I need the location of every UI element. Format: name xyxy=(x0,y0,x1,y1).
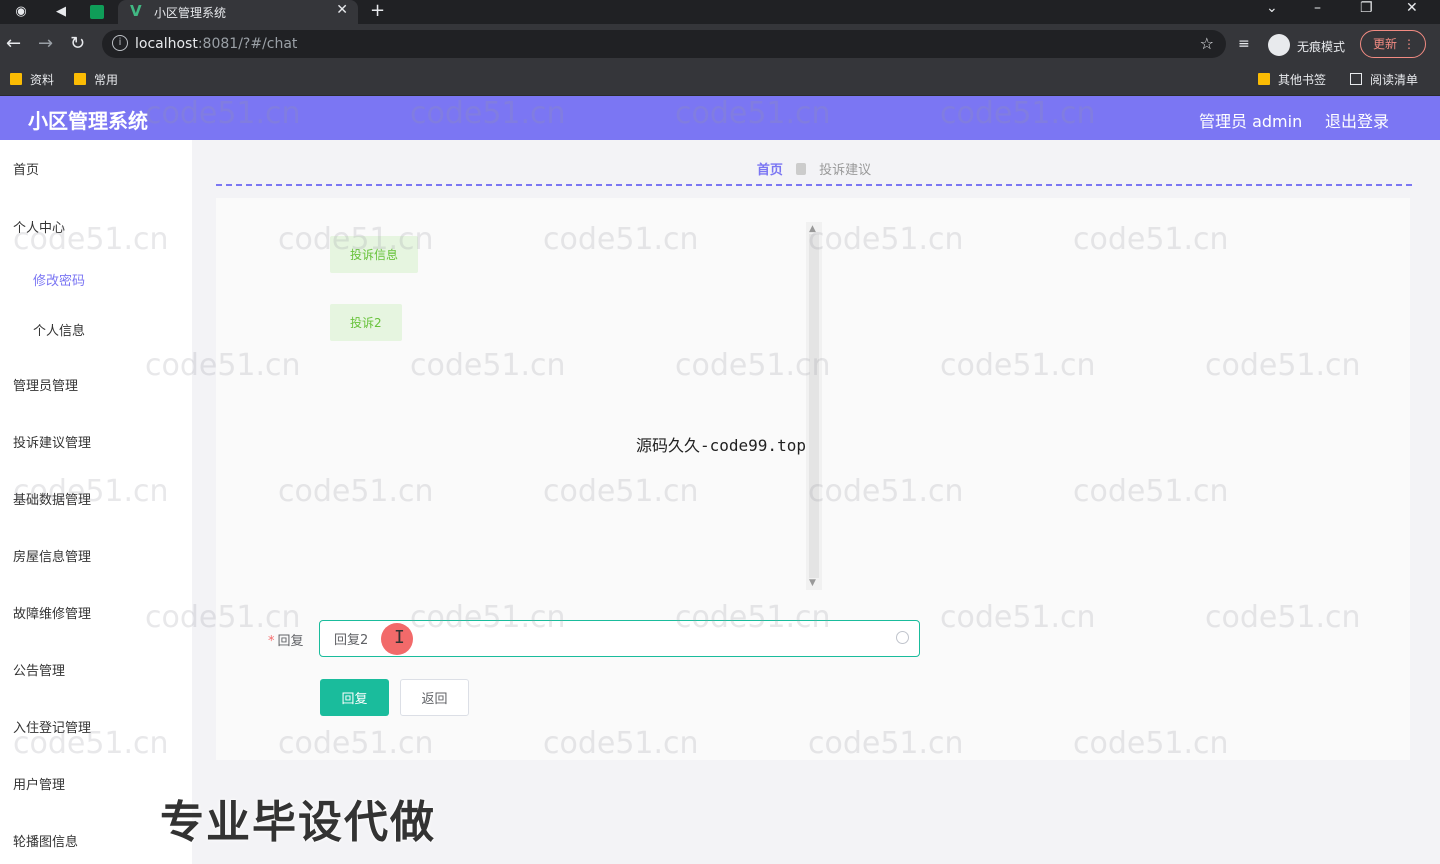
sidebar-item-basic-data[interactable]: 基础数据管理 xyxy=(13,489,91,508)
sidebar-item-repairs[interactable]: 故障维修管理 xyxy=(13,603,91,622)
minimize-icon[interactable]: – xyxy=(1314,0,1321,16)
restore-icon[interactable]: ❐ xyxy=(1360,0,1373,16)
sidebar-item-change-password[interactable]: 修改密码 xyxy=(33,270,85,289)
breadcrumb-separator-icon xyxy=(796,163,806,175)
more-vert-icon: ⋮ xyxy=(1403,37,1415,51)
bookmark-star-icon[interactable]: ☆ xyxy=(1200,34,1214,53)
app-tab-icon[interactable] xyxy=(90,5,104,19)
bookmark-folder[interactable]: 资料 xyxy=(10,71,54,88)
reply-label-text: 回复 xyxy=(277,634,304,649)
reload-icon[interactable]: ↻ xyxy=(70,34,85,54)
sidebar-item-personal-info[interactable]: 个人信息 xyxy=(33,320,85,339)
sidebar-item-home[interactable]: 首页 xyxy=(13,159,39,178)
bookmark-label: 资料 xyxy=(30,73,55,87)
center-watermark-text: 源码久久-code99.top xyxy=(636,436,806,455)
sidebar-item-check-in[interactable]: 入住登记管理 xyxy=(13,717,91,736)
admin-user-label: 管理员 admin xyxy=(1199,112,1303,131)
url-host: localhost xyxy=(135,36,198,52)
chat-scrollbar[interactable]: ▲ ▼ xyxy=(806,222,822,590)
chat-message-list: 投诉信息 投诉2 xyxy=(216,222,822,590)
scroll-down-icon[interactable]: ▼ xyxy=(809,578,816,588)
app-title: 小区管理系统 xyxy=(28,109,148,133)
chat-message: 投诉信息 xyxy=(330,236,419,273)
folder-icon xyxy=(10,73,22,85)
close-tab-icon[interactable]: ✕ xyxy=(336,2,348,18)
chat-message: 投诉2 xyxy=(330,304,402,341)
active-browser-tab[interactable]: V 小区管理系统 ✕ xyxy=(118,0,358,24)
bookmark-label: 阅读清单 xyxy=(1370,73,1419,87)
sidebar-item-carousel[interactable]: 轮播图信息 xyxy=(13,831,78,850)
sidebar-item-users[interactable]: 用户管理 xyxy=(13,774,65,793)
reading-list-icon xyxy=(1350,73,1362,85)
tab-search-icon[interactable]: ≡ xyxy=(1238,36,1250,52)
update-label: 更新 xyxy=(1373,37,1398,51)
promo-overlay-text: 专业毕设代做 xyxy=(160,797,436,848)
breadcrumb-home[interactable]: 首页 xyxy=(757,163,783,178)
bookmark-label: 常用 xyxy=(94,73,119,87)
folder-icon xyxy=(74,73,86,85)
text-cursor-icon: I xyxy=(394,627,405,648)
back-arrow-icon[interactable]: ← xyxy=(6,34,21,54)
url-path: :8081/?#/chat xyxy=(197,36,298,52)
breadcrumb: 首页 投诉建议 xyxy=(216,156,1412,186)
site-info-icon[interactable]: i xyxy=(112,35,128,51)
browser-address-bar: ← → ↻ i localhost:8081/?#/chat ☆ ≡ 无痕模式 … xyxy=(0,24,1440,64)
app-header: 小区管理系统 管理员 admin 退出登录 xyxy=(0,96,1440,140)
logout-button[interactable]: 退出登录 xyxy=(1325,108,1389,132)
close-window-icon[interactable]: ✕ xyxy=(1406,0,1418,16)
scroll-up-icon[interactable]: ▲ xyxy=(809,224,816,234)
breadcrumb-current: 投诉建议 xyxy=(819,163,872,178)
update-button[interactable]: 更新 ⋮ xyxy=(1360,30,1426,58)
incognito-icon[interactable] xyxy=(1268,34,1290,56)
reply-submit-button[interactable]: 回复 xyxy=(320,679,389,716)
scrollbar-thumb[interactable] xyxy=(809,234,819,578)
mute-icon[interactable]: ◀ xyxy=(52,3,70,21)
tab-title: 小区管理系统 xyxy=(154,6,227,20)
sidebar-item-housing[interactable]: 房屋信息管理 xyxy=(13,546,91,565)
bookmarks-bar: 资料 常用 其他书签 阅读清单 xyxy=(0,64,1440,96)
sidebar-menu: 首页 个人中心 修改密码 个人信息 管理员管理 投诉建议管理 基础数据管理 房屋… xyxy=(0,140,192,864)
new-tab-icon[interactable]: + xyxy=(370,0,385,21)
reading-list[interactable]: 阅读清单 xyxy=(1350,71,1418,88)
required-mark: * xyxy=(268,634,275,649)
sidebar-item-admin-management[interactable]: 管理员管理 xyxy=(13,375,78,394)
forward-arrow-icon[interactable]: → xyxy=(38,34,53,54)
other-bookmarks[interactable]: 其他书签 xyxy=(1258,71,1326,88)
bookmark-folder[interactable]: 常用 xyxy=(74,71,118,88)
sidebar-item-complaints[interactable]: 投诉建议管理 xyxy=(13,432,91,451)
reply-label: * 回复 xyxy=(268,630,304,649)
folder-icon xyxy=(1258,73,1270,85)
bookmark-label: 其他书签 xyxy=(1278,73,1327,87)
back-button[interactable]: 返回 xyxy=(400,679,469,716)
vue-logo-icon: V xyxy=(130,2,142,20)
incognito-label: 无痕模式 xyxy=(1297,40,1346,54)
clear-input-icon[interactable] xyxy=(896,631,909,644)
chevron-down-icon[interactable]: ⌄ xyxy=(1266,0,1278,16)
globe-icon[interactable]: ◉ xyxy=(12,3,30,21)
browser-tab-bar: ◉ ◀ V 小区管理系统 ✕ + ⌄ – ❐ ✕ xyxy=(0,0,1440,24)
sidebar-item-announcements[interactable]: 公告管理 xyxy=(13,660,65,679)
sidebar-item-personal-center[interactable]: 个人中心 xyxy=(13,217,65,236)
url-field[interactable]: i localhost:8081/?#/chat ☆ xyxy=(102,30,1226,58)
